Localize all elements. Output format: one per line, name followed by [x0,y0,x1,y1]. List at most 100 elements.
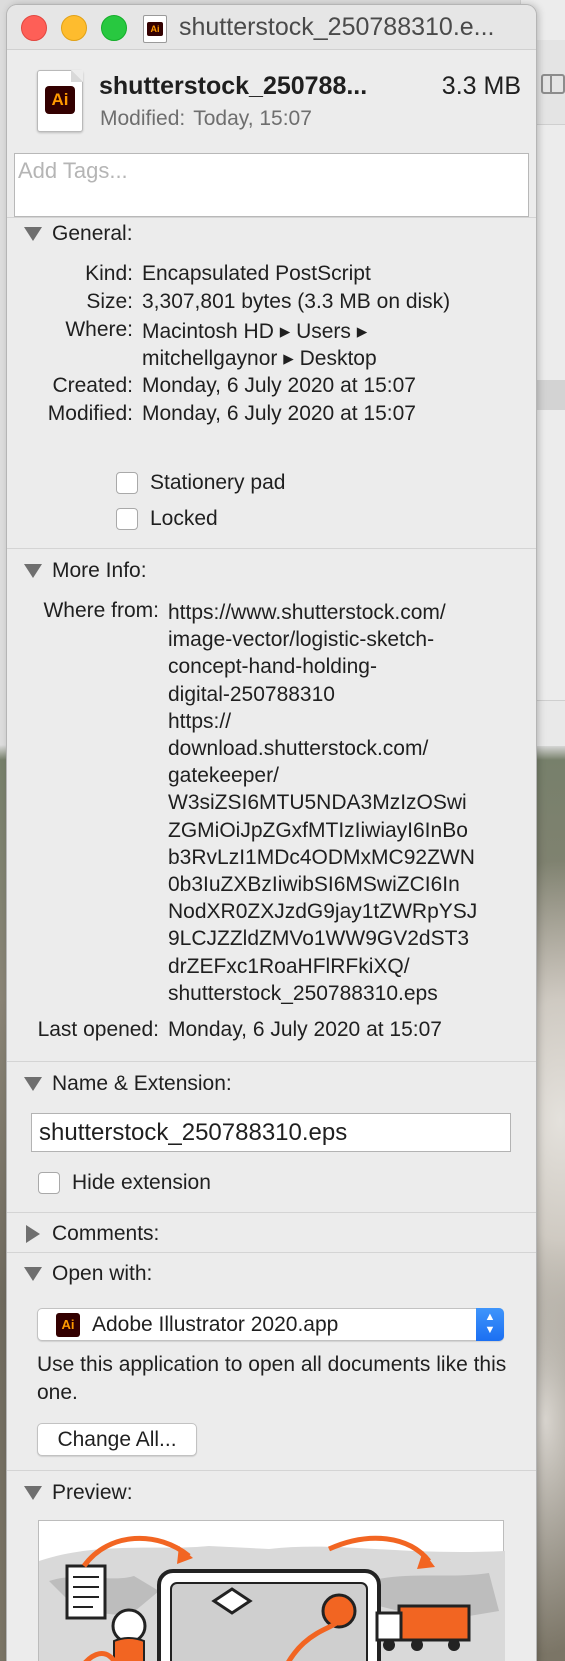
file-modified: Modified: Today, 15:07 [100,107,320,131]
kind-row: Kind: Encapsulated PostScript [7,262,536,286]
created-row: Created: Monday, 6 July 2020 at 15:07 [7,374,536,398]
where-from-label: Where from: [43,599,159,622]
close-button[interactable] [21,15,47,41]
hide-extension-checkbox[interactable] [38,1172,60,1194]
where-value: Macintosh HD ▸ Users ▸ mitchellgaynor ▸ … [133,318,377,372]
filename-input[interactable] [32,1114,510,1151]
triangle-down-icon[interactable] [24,1267,42,1281]
section-open-with-title: Open with: [52,1262,153,1285]
triangle-down-icon[interactable] [24,227,42,241]
where-from-line: W3siZSI6MTU5NDA3MzIzOSwi [168,791,467,815]
triangle-down-icon[interactable] [24,564,42,578]
stationery-pad-checkbox[interactable] [116,472,138,494]
section-comments-title: Comments: [52,1222,160,1245]
application-name: Adobe Illustrator 2020.app [92,1313,339,1336]
sidebar-toggle-icon[interactable] [541,74,565,94]
chevron-up-down-icon[interactable]: ▲ ▼ [476,1308,504,1341]
illustrator-app-icon: Ai [56,1313,80,1337]
preview-image [38,1520,505,1661]
last-opened-label: Last opened: [37,1018,159,1041]
file-name: shutterstock_250788... [99,72,368,100]
where-from-line: gatekeeper/ [168,764,279,788]
size-value: 3,307,801 bytes (3.3 MB on disk) [142,290,451,313]
size-label: Size: [86,290,133,313]
modified-value: Monday, 6 July 2020 at 15:07 [142,402,416,425]
filename-field[interactable] [31,1113,511,1152]
where-from-line: drZEFxc1RoaHFlRFkiXQ/ [168,954,410,978]
illustrator-document-icon[interactable]: Ai [37,70,83,132]
section-more-info-header[interactable]: More Info: [24,558,147,584]
where-from-value: https://www.shutterstock.com/image-vecto… [159,599,477,1007]
where-from-line: NodXR0ZXJzdG9jay1tZWRpYSJ [168,900,478,924]
where-from-line: image-vector/logistic-sketch- [168,628,435,652]
preview-illustration [39,1535,505,1661]
section-open-with-header[interactable]: Open with: [24,1261,152,1287]
application-popup[interactable]: Ai Adobe Illustrator 2020.app ▲ ▼ [37,1308,504,1341]
where-line: Macintosh HD ▸ Users ▸ [142,320,368,343]
where-from-line: shutterstock_250788310.eps [168,981,438,1005]
last-opened-value: Monday, 6 July 2020 at 15:07 [168,1018,442,1041]
tags-input[interactable] [15,154,528,188]
section-general-title: General: [52,222,133,245]
where-from-line: 0b3IuZXBzIiwibSI6MSwiZCI6In [168,873,460,897]
open-with-description: Use this application to open all documen… [37,1353,507,1404]
locked-row[interactable]: Locked [116,507,218,531]
where-from-row: Where from: https://www.shutterstock.com… [7,599,536,1007]
where-label: Where: [65,318,133,341]
window-title: shutterstock_250788310.e... [179,13,495,41]
section-general-header[interactable]: General: [24,221,133,247]
created-value: Monday, 6 July 2020 at 15:07 [142,374,416,397]
section-preview-header[interactable]: Preview: [24,1480,133,1506]
section-preview-title: Preview: [52,1481,133,1504]
triangle-down-icon[interactable] [24,1077,42,1091]
triangle-right-icon[interactable] [26,1225,40,1243]
created-label: Created: [52,374,133,397]
where-from-line: https://www.shutterstock.com/ [168,601,446,624]
minimize-button[interactable] [61,15,87,41]
section-comments-header[interactable]: Comments: [24,1221,159,1247]
tags-field[interactable] [14,153,529,217]
where-from-line: digital-250788310 [168,682,335,706]
hide-extension-row[interactable]: Hide extension [38,1171,211,1195]
modified-value: Today, 15:07 [193,107,312,130]
kind-value: Encapsulated PostScript [142,262,371,285]
stationery-pad-label: Stationery pad [150,471,286,494]
illustrator-badge: Ai [45,86,75,114]
modified-row: Modified: Monday, 6 July 2020 at 15:07 [7,402,536,426]
stationery-pad-row[interactable]: Stationery pad [116,471,285,495]
modified-label: Modified: [100,107,186,130]
kind-label: Kind: [85,262,133,285]
hide-extension-label: Hide extension [72,1171,211,1194]
where-row: Where: Macintosh HD ▸ Users ▸ mitchellga… [7,318,536,372]
divider [7,1212,536,1213]
where-from-line: download.shutterstock.com/ [168,737,429,761]
modified-label: Modified: [47,402,133,425]
locked-label: Locked [150,507,218,530]
divider [7,548,536,549]
where-from-line: 9LCJZZldZMVo1WW9GV2dST3 [168,927,470,951]
divider [7,217,536,218]
title-bar[interactable]: Ai shutterstock_250788310.e... [7,5,536,50]
size-row: Size: 3,307,801 bytes (3.3 MB on disk) [7,290,536,314]
divider [7,1061,536,1062]
section-name-extension-title: Name & Extension: [52,1072,232,1095]
where-from-line: concept-hand-holding- [168,655,377,679]
zoom-button[interactable] [101,15,127,41]
section-name-extension-header[interactable]: Name & Extension: [24,1071,232,1097]
where-from-line: https:// [168,709,232,733]
divider [7,1252,536,1253]
last-opened-row: Last opened: Monday, 6 July 2020 at 15:0… [7,1018,536,1042]
illustrator-badge: Ai [147,22,163,36]
title-document-icon[interactable]: Ai [143,15,167,43]
get-info-window: Ai shutterstock_250788310.e... Ai shutte… [7,5,536,1661]
divider [7,1470,536,1471]
change-all-button[interactable]: Change All... [37,1423,197,1456]
where-line: mitchellgaynor ▸ Desktop [142,347,377,371]
section-more-info-title: More Info: [52,559,147,582]
file-size: 3.3 MB [441,72,521,100]
file-summary: Ai shutterstock_250788... 3.3 MB Modifie… [7,50,536,150]
where-from-line: ZGMiOiJpZGxfMTIzIiwiayI6InBo [168,818,468,842]
locked-checkbox[interactable] [116,508,138,530]
triangle-down-icon[interactable] [24,1486,42,1500]
where-from-line: b3RvLzI1MDc4ODMxMC92ZWN [168,845,475,869]
